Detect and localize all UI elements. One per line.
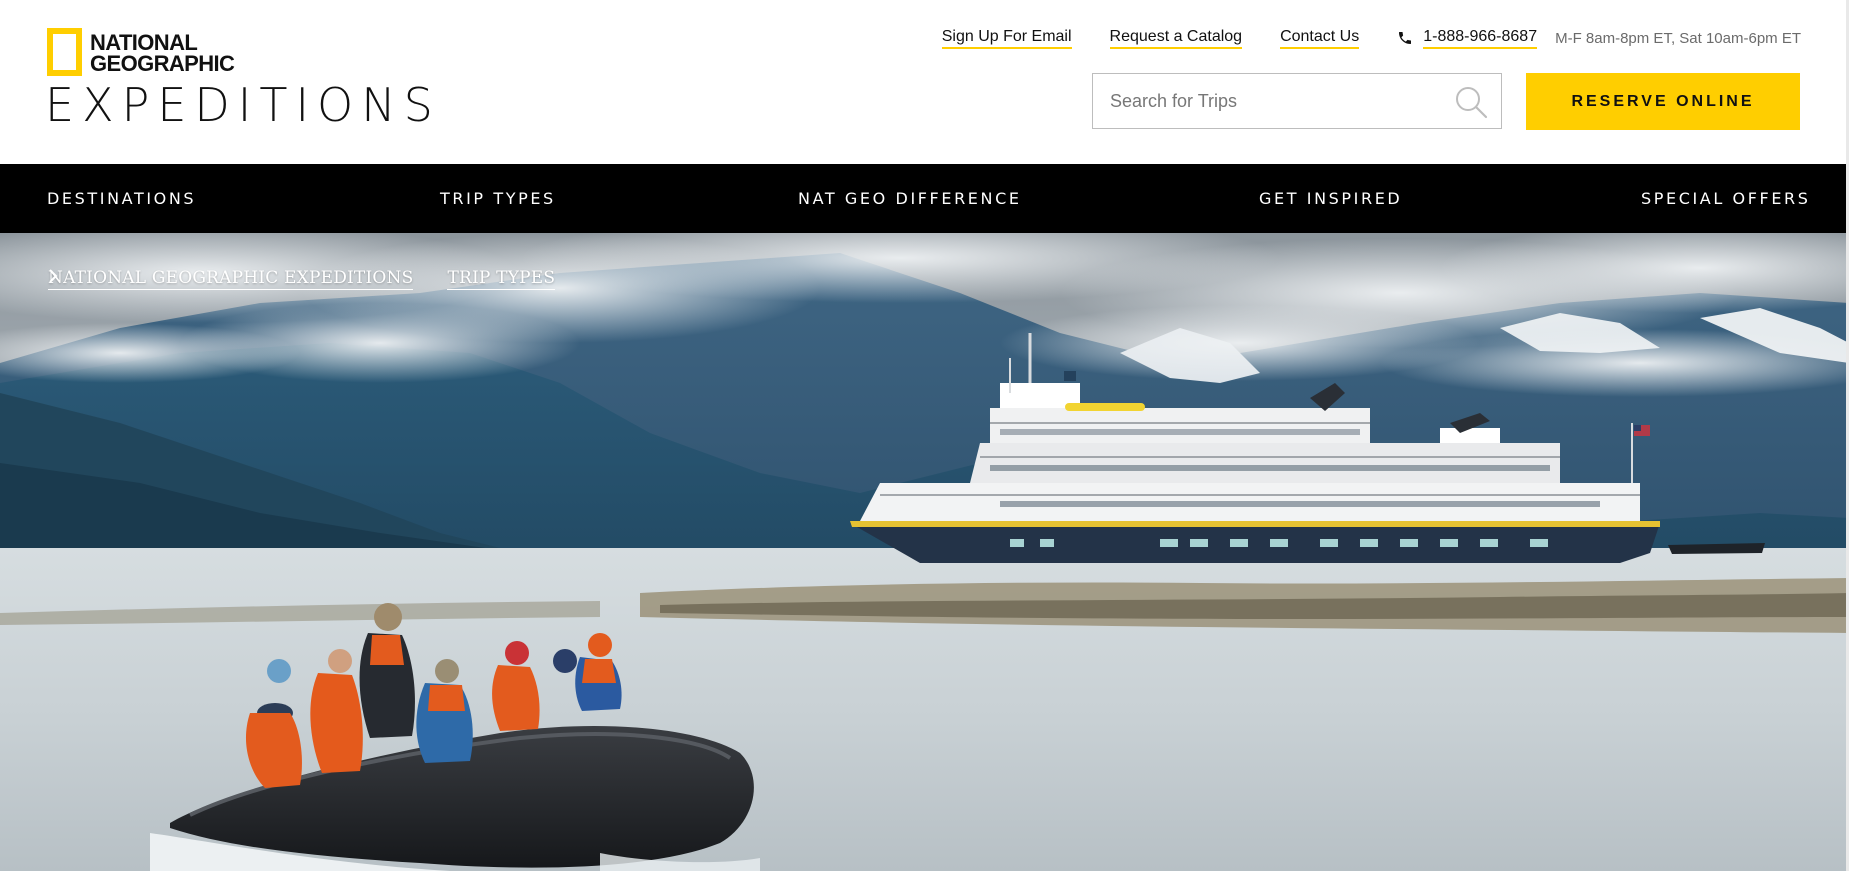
chevron-right-icon	[49, 269, 435, 287]
phone-icon	[1397, 30, 1413, 46]
nav-destinations[interactable]: DESTINATIONS	[47, 164, 196, 233]
sign-up-email-link[interactable]: Sign Up For Email	[941, 28, 1072, 49]
search-icon[interactable]	[1453, 84, 1489, 120]
contact-us-link[interactable]: Contact Us	[1280, 28, 1360, 49]
nav-trip-types[interactable]: TRIP TYPES	[440, 164, 556, 233]
nav-nat-geo-difference[interactable]: NAT GEO DIFFERENCE	[798, 164, 1022, 233]
search-input[interactable]	[1093, 74, 1443, 128]
utility-nav: Sign Up For Email Request a Catalog Cont…	[941, 26, 1801, 50]
site-header: NATIONAL GEOGRAPHIC EXPEDITIONS Sign Up …	[0, 0, 1849, 164]
brand-name-line2: GEOGRAPHIC	[90, 51, 235, 76]
request-catalog-link[interactable]: Request a Catalog	[1109, 28, 1243, 49]
nav-special-offers[interactable]: SPECIAL OFFERS	[1641, 164, 1811, 233]
yellow-border-logo-mark	[47, 28, 82, 76]
hero-image	[0, 233, 1849, 871]
brand-name-line1: NATIONAL	[90, 30, 198, 55]
nav-get-inspired[interactable]: GET INSPIRED	[1259, 164, 1402, 233]
brand-logo[interactable]: NATIONAL GEOGRAPHIC EXPEDITIONS	[45, 28, 433, 130]
breadcrumb-trip-types-link[interactable]: TRIP TYPES	[447, 269, 556, 290]
breadcrumb-home-link[interactable]: NATIONAL GEOGRAPHIC EXPEDITIONS	[48, 269, 414, 290]
hero-banner: NATIONAL GEOGRAPHIC EXPEDITIONS TRIP TYP…	[0, 233, 1849, 871]
brand-wordmark: NATIONAL GEOGRAPHIC	[90, 30, 235, 76]
reserve-online-button[interactable]: RESERVE ONLINE	[1526, 73, 1800, 130]
brand-product-title: EXPEDITIONS	[45, 78, 441, 132]
business-hours: M-F 8am-8pm ET, Sat 10am-6pm ET	[1555, 29, 1801, 47]
breadcrumb: NATIONAL GEOGRAPHIC EXPEDITIONS TRIP TYP…	[48, 269, 556, 290]
trip-search	[1092, 73, 1502, 129]
main-nav: DESTINATIONS TRIP TYPES NAT GEO DIFFEREN…	[0, 164, 1849, 233]
phone-number-link[interactable]: 1-888-966-8687	[1423, 28, 1538, 49]
